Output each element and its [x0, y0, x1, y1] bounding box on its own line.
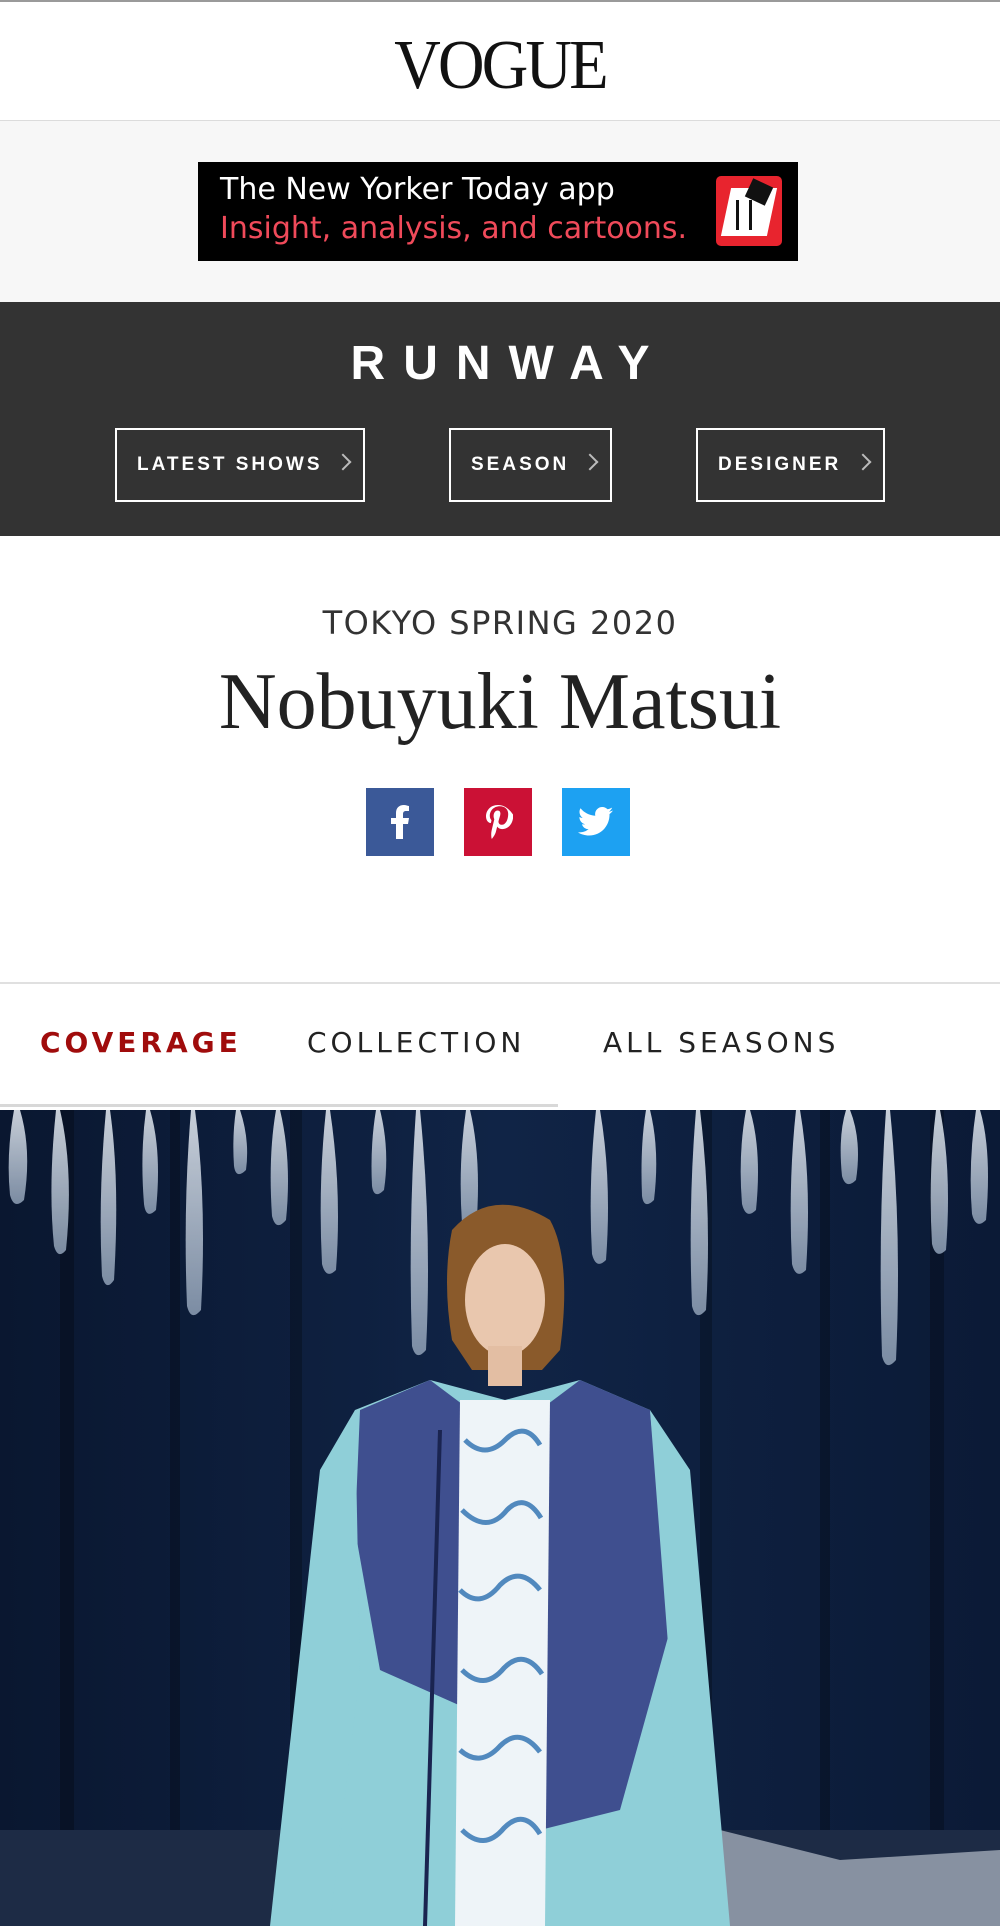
chevron-right-icon [854, 453, 872, 471]
twitter-icon [578, 807, 614, 836]
pinterest-share-button[interactable] [464, 788, 532, 856]
season-label: TOKYO SPRING 2020 [322, 604, 678, 642]
tab-coverage[interactable]: COVERAGE [40, 1026, 242, 1059]
hero-runway-photo[interactable] [0, 1110, 1000, 1926]
ad-headline: The New Yorker Today app [220, 172, 615, 207]
latest-shows-button[interactable]: LATEST SHOWS [115, 428, 365, 502]
designer-title: Nobuyuki Matsui [218, 658, 782, 746]
facebook-share-button[interactable] [366, 788, 434, 856]
designer-label: DESIGNER [718, 454, 842, 475]
ad-zone: The New Yorker Today app Insight, analys… [0, 121, 1000, 302]
tabs-divider [0, 982, 1000, 984]
tab-all-seasons[interactable]: ALL SEASONS [603, 1026, 839, 1059]
facebook-icon [391, 805, 409, 839]
pinterest-icon [486, 805, 513, 839]
ad-banner[interactable]: The New Yorker Today app Insight, analys… [198, 162, 798, 261]
runway-photo-illustration [0, 1110, 1000, 1926]
chevron-right-icon [334, 453, 352, 471]
chevron-right-icon [581, 453, 599, 471]
designer-button[interactable]: DESIGNER [696, 428, 885, 502]
tab-collection[interactable]: COLLECTION [307, 1026, 525, 1059]
latest-shows-label: LATEST SHOWS [137, 454, 323, 475]
runway-section: RUNWAY LATEST SHOWS SEASON DESIGNER [0, 302, 1000, 536]
new-yorker-app-icon [716, 176, 782, 246]
site-header: VOGUE [0, 2, 1000, 121]
season-button[interactable]: SEASON [449, 428, 612, 502]
ad-tagline: Insight, analysis, and cartoons. [220, 211, 688, 246]
runway-title: RUNWAY [350, 337, 668, 390]
twitter-share-button[interactable] [562, 788, 630, 856]
season-label: SEASON [471, 454, 570, 475]
vogue-logo[interactable]: VOGUE [40, 26, 960, 106]
tabs-underline [0, 1104, 558, 1107]
